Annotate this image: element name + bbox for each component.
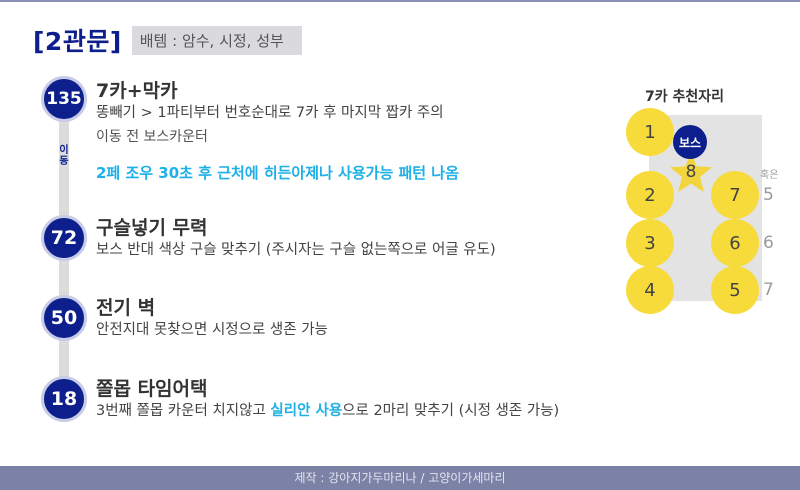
step-desc: 안전지대 못찾으면 시정으로 생존 가능 [96, 322, 328, 338]
step-title: 쫄몹 타임어택 [96, 378, 208, 400]
boss-marker: 보스 [673, 125, 707, 159]
step-title: 7카+막카 [96, 80, 178, 102]
step-desc: 똥빼기 > 1파티부터 번호순대로 7카 후 마지막 짭카 주의 [96, 105, 444, 121]
move-label-char: 이 [59, 145, 69, 156]
spot-3: 3 [626, 219, 674, 267]
hp-badge-18: 18 [41, 376, 87, 422]
battle-items-tag: 배템 : 암수, 시정, 성부 [131, 25, 302, 55]
page-title: [2관문] [33, 27, 122, 56]
hp-badge-72: 72 [41, 215, 87, 261]
alt-spot-7: 7 [763, 280, 774, 300]
desc-text: 으로 2마리 맞추기 (시정 생존 가능) [342, 403, 560, 419]
desc-highlight: 실리안 사용 [270, 403, 343, 419]
spot-2: 2 [626, 171, 674, 219]
move-label: 이동 [55, 145, 73, 167]
spot-4: 4 [626, 266, 674, 314]
header: [2관문] 배템 : 암수, 시정, 성부 [33, 22, 302, 58]
footer-credit: 제작 : 강아지가두마리나 / 고양이가세마리 [0, 466, 800, 490]
desc-text: 3번째 쫄몹 카운터 치지않고 [96, 403, 271, 419]
map-title: 7카 추천자리 [645, 89, 725, 105]
step-desc: 보스 반대 색상 구슬 맞추기 (주시자는 구슬 없는쪽으로 어글 유도) [96, 242, 496, 258]
alt-spot-6: 6 [763, 233, 774, 253]
step-sub: 이동 전 보스카운터 [96, 129, 208, 145]
spot-1: 1 [626, 108, 674, 156]
spot-7: 7 [711, 171, 759, 219]
alt-spot-5: 5 [763, 185, 774, 205]
hp-badge-50: 50 [41, 295, 87, 341]
spot-6: 6 [711, 219, 759, 267]
move-label-char: 동 [59, 156, 69, 167]
hp-badge-135: 135 [41, 76, 87, 122]
spot-5: 5 [711, 266, 759, 314]
spot-8: 8 [685, 162, 697, 182]
top-divider [0, 0, 800, 2]
step-desc: 3번째 쫄몹 카운터 치지않고 실리안 사용으로 2마리 맞추기 (시정 생존 … [96, 399, 559, 420]
step-note: 2페 조우 30초 후 근처에 히든아제나 사용가능 패턴 나옴 [96, 164, 459, 182]
or-label: 혹은 [760, 170, 779, 181]
step-title: 구슬넣기 무력 [96, 217, 208, 239]
step-title: 전기 벽 [96, 297, 156, 319]
